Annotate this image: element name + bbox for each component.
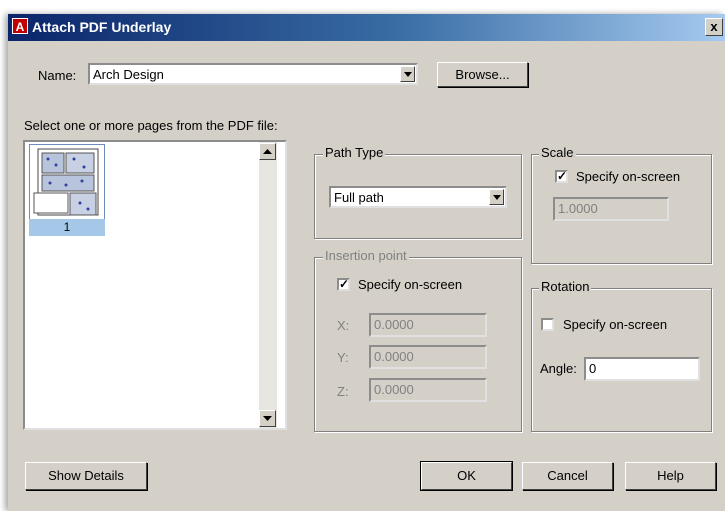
browse-button[interactable]: Browse... [437,62,528,87]
angle-label: Angle: [540,361,577,376]
show-details-button[interactable]: Show Details [25,462,147,490]
page-number-label: 1 [29,219,105,236]
path-type-combobox[interactable]: Full path [329,186,507,208]
y-label: Y: [337,350,349,365]
ok-button[interactable]: OK [420,461,513,491]
insertion-point-title: Insertion point [323,248,409,263]
path-type-title: Path Type [323,145,386,160]
close-button[interactable]: x [705,18,723,36]
z-label: Z: [337,384,349,399]
help-button[interactable]: Help [625,462,716,490]
chevron-down-icon[interactable] [400,66,415,82]
z-input[interactable]: 0.0000 [369,378,487,402]
insertion-specify-label: Specify on-screen [358,277,463,292]
arrow-up-icon [263,149,272,154]
x-input[interactable]: 0.0000 [369,313,487,337]
name-value: Arch Design [93,67,164,82]
arrow-down-icon [263,416,272,421]
insertion-specify-checkbox[interactable]: ✓ [337,278,350,291]
scroll-up-button[interactable] [259,143,276,160]
autocad-app-icon: A [12,18,28,34]
scale-title: Scale [539,145,576,160]
rotation-specify-checkbox[interactable] [541,318,554,331]
rotation-title: Rotation [539,279,592,294]
angle-input[interactable]: 0 [584,357,700,381]
scroll-down-button[interactable] [259,410,276,427]
dialog-title: Attach PDF Underlay [32,19,172,35]
path-type-value: Full path [334,190,384,205]
pages-scrollbar[interactable] [259,142,277,428]
scale-specify-checkbox[interactable]: ✓ [555,170,568,183]
y-input[interactable]: 0.0000 [369,345,487,369]
name-label: Name: [38,68,77,83]
pdf-page-preview-icon [33,148,99,216]
rotation-specify-label: Specify on-screen [563,317,668,332]
cancel-button[interactable]: Cancel [522,462,613,490]
chevron-down-icon[interactable] [489,189,504,205]
scale-specify-label: Specify on-screen [576,169,681,184]
scale-input[interactable]: 1.0000 [553,197,669,221]
pages-label: Select one or more pages from the PDF fi… [24,118,278,133]
x-label: X: [337,318,350,333]
name-combobox[interactable]: Arch Design [88,63,418,85]
